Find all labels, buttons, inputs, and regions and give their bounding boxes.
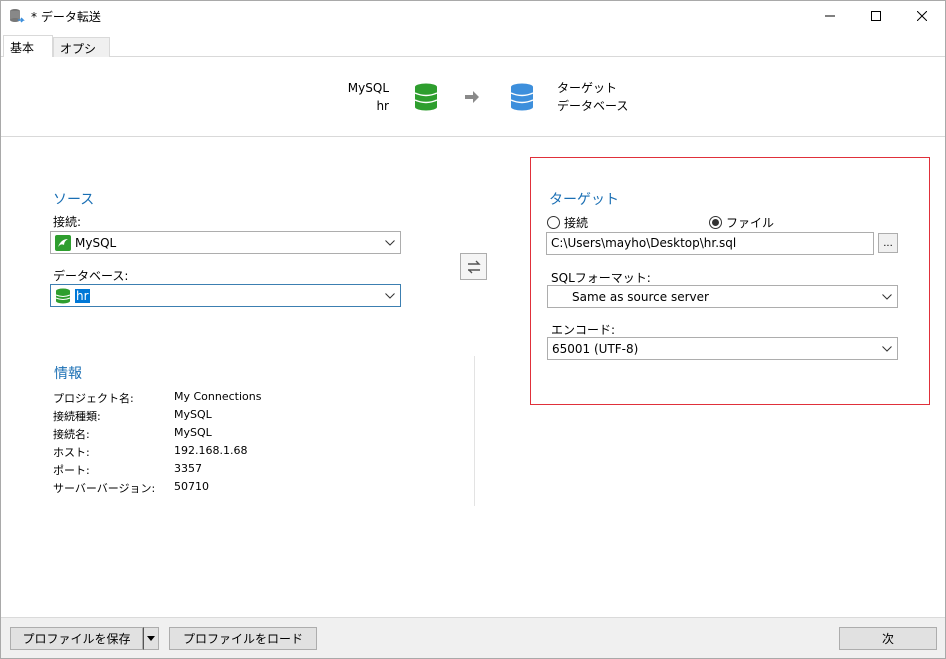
sql-format-label: SQLフォーマット: <box>551 271 651 285</box>
source-section-title: ソース <box>53 192 95 208</box>
encoding-select-value: 65001 (UTF-8) <box>552 341 639 356</box>
target-type-label: ターゲット <box>557 81 618 95</box>
database-select-value: hr <box>75 288 90 303</box>
title-bar: * データ転送 <box>1 1 945 31</box>
sql-format-select[interactable]: Same as source server <box>547 285 898 308</box>
chevron-down-icon <box>877 286 897 307</box>
connection-label: 接続: <box>53 215 82 229</box>
target-summary: ターゲット データベース <box>557 79 628 115</box>
tab-basic[interactable]: 基本 <box>3 35 53 58</box>
chevron-down-icon <box>380 232 400 253</box>
window-title: * データ転送 <box>31 10 101 24</box>
info-row-project: プロジェクト名: My Connections <box>53 390 262 405</box>
source-summary: MySQL hr <box>348 79 389 115</box>
tab-options[interactable]: オプション <box>53 37 110 73</box>
footer-bar: プロファイルを保存 プロファイルをロード 次 <box>1 617 945 658</box>
target-kind-label: データベース <box>557 99 629 113</box>
sql-format-select-value: Same as source server <box>572 289 709 304</box>
data-transfer-window: * データ転送 基本 オプション MySQL hr <box>0 0 946 659</box>
chevron-down-icon <box>877 338 897 359</box>
maximize-icon <box>871 11 881 21</box>
data-transfer-icon <box>10 9 25 23</box>
encoding-select[interactable]: 65001 (UTF-8) <box>547 337 898 360</box>
source-database-icon <box>414 83 438 111</box>
close-button[interactable] <box>899 1 945 31</box>
divider <box>474 356 475 506</box>
save-profile-button[interactable]: プロファイルを保存 <box>10 627 143 650</box>
target-radio-connection[interactable]: 接続 <box>547 214 588 231</box>
mysql-connection-icon <box>55 234 71 251</box>
save-profile-dropdown[interactable] <box>143 627 159 650</box>
info-section-title: 情報 <box>54 366 82 382</box>
target-radio-file[interactable]: ファイル <box>709 214 774 231</box>
target-section-title: ターゲット <box>549 192 619 208</box>
target-database-icon <box>510 83 534 111</box>
tab-bar: 基本 オプション <box>1 35 945 73</box>
load-profile-button[interactable]: プロファイルをロード <box>169 627 317 650</box>
transfer-header: MySQL hr ターゲット データベース <box>1 57 945 137</box>
source-type-label: MySQL <box>347 81 389 95</box>
encoding-label: エンコード: <box>551 323 616 337</box>
database-icon <box>55 288 71 303</box>
source-db-label: hr <box>376 99 389 113</box>
chevron-down-icon <box>380 285 400 306</box>
swap-arrows-icon <box>467 260 481 273</box>
maximize-button[interactable] <box>853 1 899 31</box>
dropdown-arrow-icon <box>147 636 155 641</box>
info-row-connection-name: 接続名: MySQL <box>53 426 212 441</box>
browse-button[interactable]: ... <box>878 233 898 253</box>
close-icon <box>917 11 927 21</box>
radio-button-icon <box>547 216 560 229</box>
arrow-right-icon <box>465 91 479 103</box>
connection-select-value: MySQL <box>75 235 117 250</box>
database-label: データベース: <box>53 269 129 283</box>
info-row-server-version: サーバーバージョン: 50710 <box>53 480 209 495</box>
info-row-port: ポート: 3357 <box>53 462 202 477</box>
database-select[interactable]: hr <box>50 284 401 307</box>
target-section: ターゲット 接続 ファイル C:\Users\mayho\Desktop\hr.… <box>530 157 930 405</box>
file-path-input[interactable]: C:\Users\mayho\Desktop\hr.sql <box>546 232 874 255</box>
minimize-icon <box>825 15 835 17</box>
radio-button-checked-icon <box>709 216 722 229</box>
swap-source-target-button[interactable] <box>460 253 487 280</box>
next-button[interactable]: 次 <box>839 627 937 650</box>
minimize-button[interactable] <box>807 1 853 31</box>
info-row-host: ホスト: 192.168.1.68 <box>53 444 248 459</box>
info-row-connection-type: 接続種類: MySQL <box>53 408 212 423</box>
connection-select[interactable]: MySQL <box>50 231 401 254</box>
